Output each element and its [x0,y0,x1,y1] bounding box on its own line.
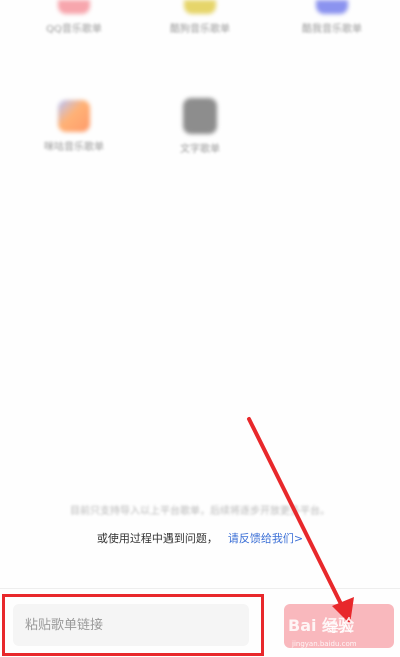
feedback-link[interactable]: 请反馈给我们> [228,532,303,545]
platform-label: QQ音乐歌单 [46,24,102,35]
qq-music-icon [58,0,90,14]
supported-platforms-notice: 目前只支持导入以上平台歌单，后续将逐步开放更多平台。 [70,506,330,517]
migu-icon [58,100,90,132]
input-highlight-box [2,594,264,656]
help-text: 或使用过程中遇到问题， [96,532,218,545]
platform-label: 咪咕音乐歌单 [44,142,104,153]
platform-tile-3[interactable]: 酷我音乐歌单 [282,0,382,35]
help-line: 或使用过程中遇到问题， 请反馈给我们> [0,530,400,546]
platform-label: 酷狗音乐歌单 [170,24,230,35]
platform-tile-2[interactable]: 酷狗音乐歌单 [150,0,250,35]
kugou-icon [184,0,216,14]
divider [0,588,400,589]
import-playlist-page: QQ音乐歌单 酷狗音乐歌单 酷我音乐歌单 咪咕音乐歌单 文字歌单 目前只支持导入… [0,0,400,657]
platform-label: 酷我音乐歌单 [302,24,362,35]
platform-label: 文字歌单 [180,144,220,155]
watermark-url: jingyan.baidu.com [292,640,357,648]
kuwo-icon [316,0,348,14]
playlist-link-input[interactable] [13,604,249,646]
platform-tile-5[interactable]: 文字歌单 [150,98,250,155]
platform-tile-1[interactable]: QQ音乐歌单 [24,0,124,35]
watermark-logo: Bai 经验 [288,616,355,635]
text-list-icon [183,98,217,134]
platform-tile-4[interactable]: 咪咕音乐歌单 [24,100,124,153]
